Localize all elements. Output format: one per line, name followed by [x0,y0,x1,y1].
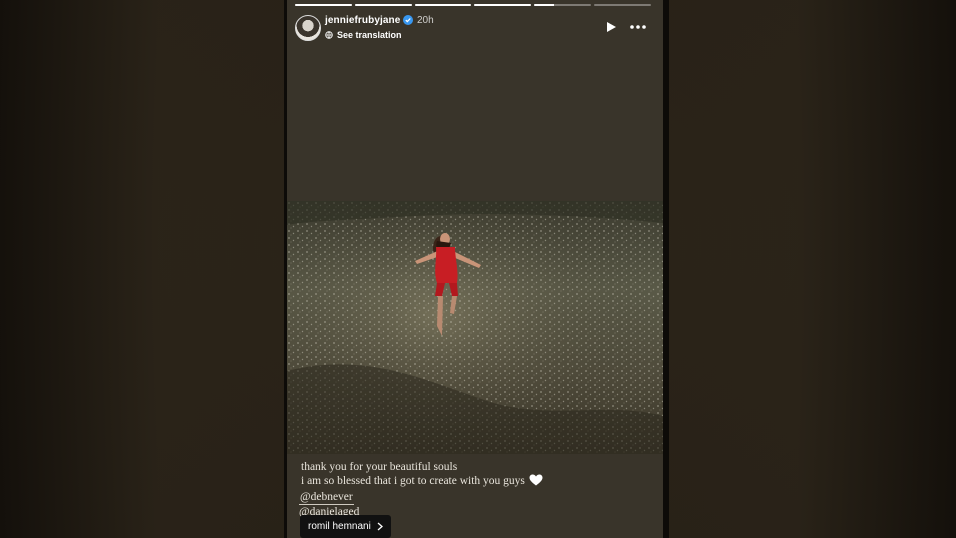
mention-link[interactable]: @debnever [299,491,354,505]
progress-segment [474,4,532,6]
tagged-user-label: romil hemnani [308,521,371,532]
story-progress-bar [295,4,651,7]
chevron-right-icon [377,522,383,531]
globe-icon [325,31,333,39]
story-caption: thank you for your beautiful souls i am … [301,460,543,488]
caption-line: i am so blessed that i got to create wit… [301,475,525,487]
story-header: jenniefrubyjane 20h See translation [295,13,651,43]
story-frame-edge-right [663,0,669,538]
story-photo [287,201,663,454]
caption-line-with-heart: i am so blessed that i got to create wit… [301,474,543,488]
see-translation-label: See translation [337,30,402,40]
caption-line: thank you for your beautiful souls [301,461,458,473]
username-link[interactable]: jenniefrubyjane [325,15,400,26]
play-icon[interactable] [605,21,617,33]
tagged-user-chip[interactable]: romil hemnani [300,515,391,538]
progress-segment [414,4,472,6]
story-viewer[interactable]: jenniefrubyjane 20h See translation than… [287,0,663,538]
story-timestamp: 20h [417,15,434,26]
progress-segment [534,4,592,6]
progress-segment [295,4,352,6]
white-heart-icon [529,474,543,486]
avatar[interactable] [295,15,321,41]
see-translation-button[interactable]: See translation [325,30,402,40]
blurred-background-right [669,0,956,538]
blurred-background-left [0,0,287,538]
progress-segment [594,4,651,6]
verified-badge-icon [403,15,413,25]
more-options-icon[interactable] [629,20,647,34]
progress-segment [354,4,412,6]
